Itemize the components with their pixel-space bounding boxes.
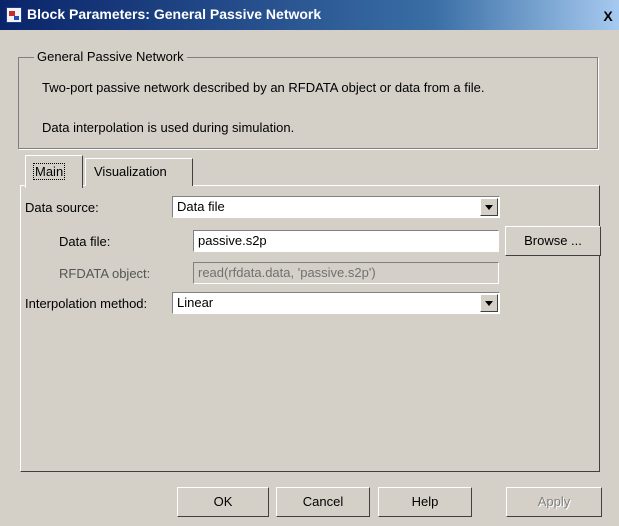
- data-source-label: Data source:: [25, 200, 99, 215]
- rfdata-object-field: read(rfdata.data, 'passive.s2p'): [193, 262, 499, 284]
- data-source-value: Data file: [177, 199, 225, 214]
- tab-main[interactable]: Main: [25, 155, 83, 188]
- data-source-dropdown[interactable]: Data file: [172, 196, 500, 218]
- tab-visualization[interactable]: Visualization: [85, 158, 193, 186]
- apply-button[interactable]: Apply: [506, 487, 602, 517]
- description-groupbox: [18, 57, 598, 149]
- block-description: Two-port passive network described by an…: [42, 80, 485, 95]
- window-title: Block Parameters: General Passive Networ…: [27, 6, 322, 22]
- data-file-input[interactable]: passive.s2p: [193, 230, 499, 252]
- interpolation-method-label: Interpolation method:: [25, 296, 148, 311]
- interpolation-method-value: Linear: [177, 295, 214, 310]
- tab-label: Main: [33, 163, 66, 180]
- chevron-down-icon[interactable]: [480, 198, 498, 216]
- rfdata-object-label: RFDATA object:: [59, 266, 151, 281]
- rfdata-object-value: read(rfdata.data, 'passive.s2p'): [198, 265, 376, 280]
- interpolation-method-dropdown[interactable]: Linear: [172, 292, 500, 314]
- simulink-block-icon: [6, 7, 22, 23]
- help-button[interactable]: Help: [378, 487, 472, 517]
- ok-button[interactable]: OK: [177, 487, 269, 517]
- interpolation-note: Data interpolation is used during simula…: [42, 120, 295, 135]
- title-bar: Block Parameters: General Passive Networ…: [0, 0, 619, 30]
- close-button[interactable]: X: [600, 9, 616, 23]
- chevron-down-icon[interactable]: [480, 294, 498, 312]
- cancel-button[interactable]: Cancel: [276, 487, 370, 517]
- browse-button[interactable]: Browse ...: [505, 226, 601, 256]
- groupbox-legend: General Passive Network: [34, 49, 187, 64]
- tab-label: Visualization: [94, 164, 167, 179]
- data-file-label: Data file:: [59, 234, 111, 249]
- data-file-value: passive.s2p: [198, 233, 267, 248]
